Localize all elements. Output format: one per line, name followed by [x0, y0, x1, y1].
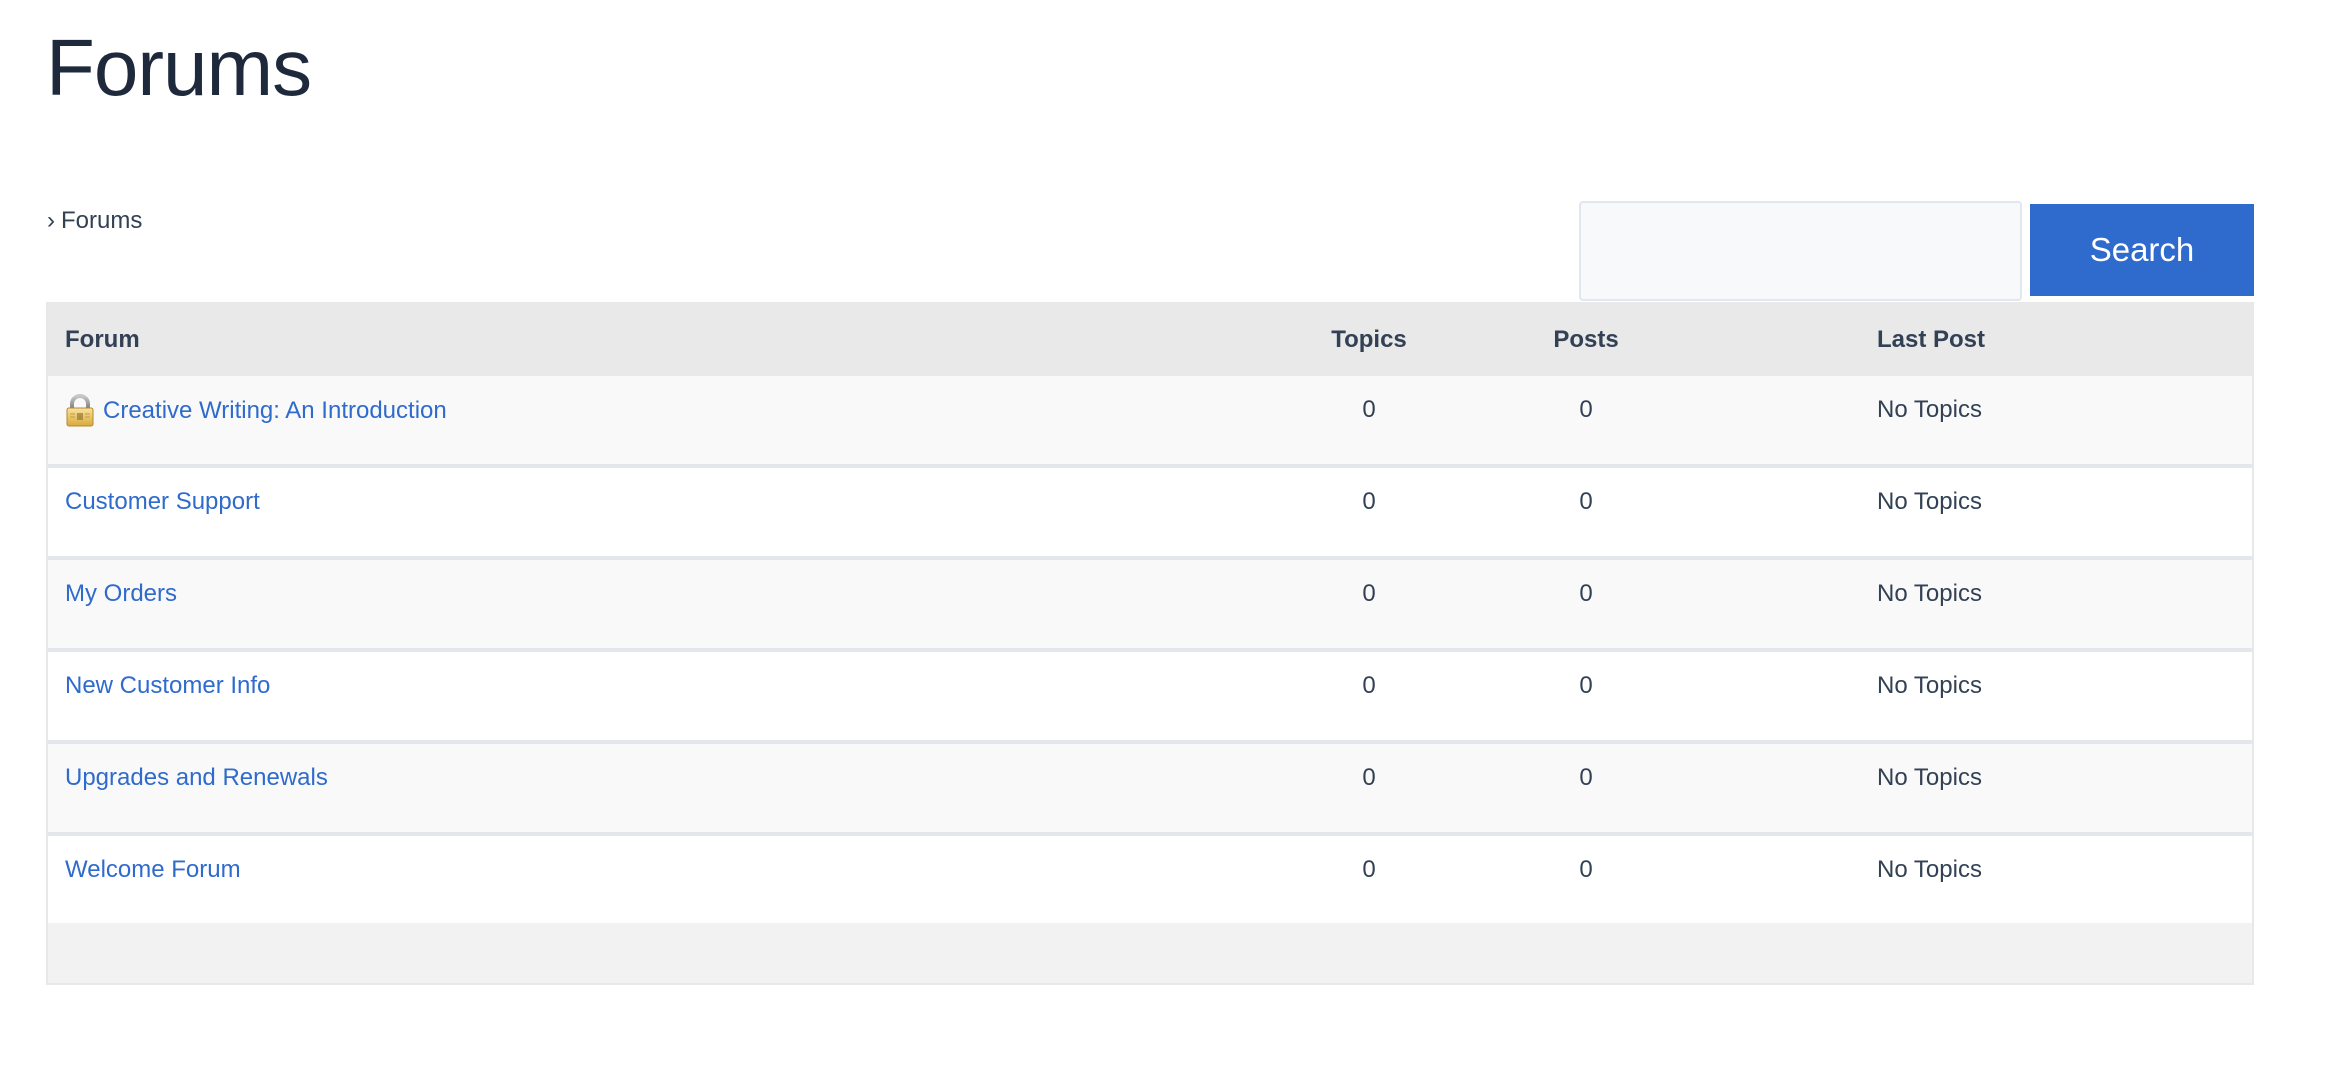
last-post: No Topics: [1877, 764, 1982, 791]
breadcrumb-current: Forums: [61, 207, 143, 234]
table-row: Welcome Forum 0 0 No Topics: [48, 836, 2252, 923]
posts-count: 0: [1579, 672, 1593, 699]
last-post: No Topics: [1877, 396, 1982, 423]
last-post: No Topics: [1877, 580, 1982, 607]
forum-link[interactable]: Creative Writing: An Introduction: [103, 396, 447, 426]
header-forum: Forum: [65, 326, 140, 353]
topics-count: 0: [1362, 580, 1376, 607]
last-post: No Topics: [1877, 672, 1982, 699]
table-row: New Customer Info 0 0 No Topics: [48, 652, 2252, 744]
topics-count: 0: [1362, 488, 1376, 515]
posts-count: 0: [1579, 764, 1593, 791]
topics-count: 0: [1362, 396, 1376, 423]
forum-link[interactable]: Welcome Forum: [65, 855, 241, 885]
posts-count: 0: [1579, 488, 1593, 515]
header-topics: Topics: [1331, 326, 1407, 353]
forum-table: Forum Topics Posts Last Post Creative Wr…: [46, 302, 2254, 985]
topics-count: 0: [1362, 764, 1376, 791]
table-row: My Orders 0 0 No Topics: [48, 560, 2252, 652]
topics-count: 0: [1362, 672, 1376, 699]
last-post: No Topics: [1877, 488, 1982, 515]
breadcrumb-separator: ›: [47, 207, 55, 234]
table-row: Customer Support 0 0 No Topics: [48, 468, 2252, 560]
forum-link[interactable]: New Customer Info: [65, 671, 270, 701]
posts-count: 0: [1579, 396, 1593, 423]
page-title: Forums: [46, 23, 312, 112]
table-row: Creative Writing: An Introduction 0 0 No…: [48, 376, 2252, 468]
header-posts: Posts: [1553, 326, 1619, 353]
table-footer: [48, 923, 2252, 983]
table-header: Forum Topics Posts Last Post: [48, 302, 2252, 376]
search-input[interactable]: [1579, 201, 2022, 301]
forum-link[interactable]: My Orders: [65, 579, 177, 609]
forum-cell: Creative Writing: An Introduction: [65, 394, 447, 427]
search-button[interactable]: Search: [2030, 204, 2254, 296]
header-last-post: Last Post: [1877, 326, 1986, 353]
forum-cell: Welcome Forum: [65, 855, 241, 885]
forum-link[interactable]: Upgrades and Renewals: [65, 763, 328, 793]
forum-cell: New Customer Info: [65, 671, 270, 701]
posts-count: 0: [1579, 580, 1593, 607]
lock-icon: [66, 394, 94, 427]
breadcrumb: › Forums: [47, 206, 142, 236]
forum-cell: Customer Support: [65, 487, 260, 517]
forum-link[interactable]: Customer Support: [65, 487, 260, 517]
table-row: Upgrades and Renewals 0 0 No Topics: [48, 744, 2252, 836]
forum-cell: Upgrades and Renewals: [65, 763, 328, 793]
last-post: No Topics: [1877, 856, 1982, 883]
search-form: Search: [1579, 201, 2254, 301]
forum-cell: My Orders: [65, 579, 177, 609]
posts-count: 0: [1579, 856, 1593, 883]
topics-count: 0: [1362, 856, 1376, 883]
